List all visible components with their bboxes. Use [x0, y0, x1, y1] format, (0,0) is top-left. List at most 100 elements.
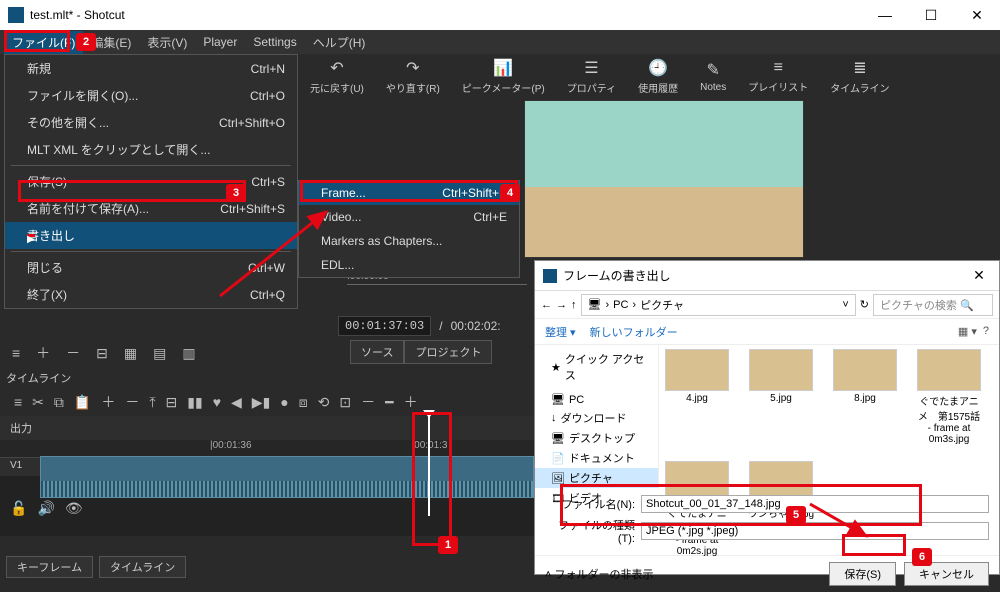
grid-icon[interactable]: ▦	[120, 343, 141, 364]
peakmeter-button[interactable]: 📊ピークメーター(P)	[462, 58, 545, 95]
file-save-as[interactable]: 名前を付けて保存(A)...Ctrl+Shift+S	[5, 195, 297, 222]
menu-view[interactable]: 表示(V)	[139, 31, 195, 54]
menu-settings[interactable]: Settings	[245, 32, 304, 52]
add-icon[interactable]: ＋	[32, 341, 54, 365]
dialog-close-button[interactable]: ✕	[959, 267, 999, 284]
tree-pc[interactable]: 🖥 PC	[535, 391, 658, 408]
source-tab[interactable]: ソース	[350, 340, 404, 364]
copy-icon[interactable]: ⧉	[54, 394, 64, 411]
redo-button[interactable]: ↷やり直す(R)	[386, 58, 440, 95]
file-item[interactable]: 8.jpg	[831, 349, 899, 445]
split-icon[interactable]: ⊟	[92, 343, 112, 364]
next-marker-icon[interactable]: ▶▮	[252, 394, 270, 411]
tl-menu-icon[interactable]: ≡	[14, 394, 22, 410]
tree-documents[interactable]: 📄 ドキュメント	[535, 448, 658, 468]
export-video[interactable]: Video...Ctrl+E	[299, 205, 519, 229]
save-button[interactable]: 保存(S)	[829, 562, 896, 586]
keyframes-tab[interactable]: キーフレーム	[6, 556, 93, 578]
video-preview[interactable]	[524, 100, 804, 258]
properties-button[interactable]: ☰プロパティ	[567, 58, 616, 95]
menu-icon[interactable]: ≡	[8, 343, 24, 363]
output-label: 出力	[0, 416, 534, 440]
ripple-icon[interactable]: ⊡	[339, 394, 351, 411]
file-close[interactable]: 閉じるCtrl+W	[5, 254, 297, 281]
file-item[interactable]: ぐでたまアニメ 第1575話 - frame at 0m3s.jpg	[915, 349, 983, 445]
append-icon[interactable]: ＋	[101, 392, 115, 412]
file-item[interactable]: 4.jpg	[663, 349, 731, 445]
undo-button[interactable]: ↶元に戻す(U)	[310, 58, 364, 95]
prev-marker-icon[interactable]: ◀	[231, 394, 242, 411]
marker-icon[interactable]: ♥	[213, 394, 221, 410]
file-open-other[interactable]: その他を開く...Ctrl+Shift+O	[5, 109, 297, 136]
annotation-badge-4: 4	[500, 184, 520, 202]
timecode-ruler[interactable]	[347, 284, 527, 304]
zoom-in-icon[interactable]: ＋	[404, 392, 418, 412]
lift-icon[interactable]: ⤒	[149, 394, 155, 411]
timeline-tab[interactable]: タイムライン	[99, 556, 186, 578]
panel-icons: ≡ ＋ － ⊟ ▦ ▤ ▥	[8, 340, 200, 366]
overwrite-icon[interactable]: ⊟	[166, 394, 178, 411]
view2-icon[interactable]: ▥	[178, 343, 199, 364]
pc-icon: 🖥	[588, 298, 602, 311]
search-input[interactable]: ピクチャの検索 🔍	[873, 294, 993, 316]
refresh-icon[interactable]: ↻	[860, 298, 869, 311]
export-frame-dialog: フレームの書き出し ✕ ← → ↑ 🖥 ›PC ›ピクチャ ˅ ↻ ピクチャの検…	[534, 260, 1000, 575]
window-title: test.mlt* - Shotcut	[30, 8, 125, 22]
minimize-button[interactable]: —	[862, 0, 908, 30]
delete-icon[interactable]: －	[125, 392, 139, 412]
organize-button[interactable]: 整理 ▾	[545, 324, 576, 340]
zoom-out-icon[interactable]: －	[361, 392, 375, 412]
project-tab[interactable]: プロジェクト	[404, 340, 492, 364]
split-clip-icon[interactable]: ▮▮	[187, 394, 202, 411]
tree-desktop[interactable]: 🖥 デスクトップ	[535, 428, 658, 448]
file-open[interactable]: ファイルを開く(O)...Ctrl+O	[5, 82, 297, 109]
close-button[interactable]: ✕	[954, 0, 1000, 30]
file-new[interactable]: 新規Ctrl+N	[5, 55, 297, 82]
menu-player[interactable]: Player	[195, 32, 245, 52]
view-mode-icon[interactable]: ▦ ▾	[958, 325, 977, 338]
file-exit[interactable]: 終了(X)Ctrl+Q	[5, 281, 297, 308]
tree-pictures[interactable]: 🖼 ピクチャ	[535, 468, 658, 488]
scrub-icon[interactable]: ⟲	[318, 394, 330, 411]
lock-icon[interactable]: 🔓	[10, 500, 27, 517]
hide-icon[interactable]: 👁	[65, 500, 83, 517]
video-clip[interactable]	[40, 456, 534, 498]
menu-file[interactable]: ファイル(F)	[4, 31, 83, 54]
breadcrumb-path[interactable]: 🖥 ›PC ›ピクチャ ˅	[581, 294, 856, 316]
zoom-slider[interactable]: ━	[385, 394, 393, 411]
nav-back-icon[interactable]: ←	[541, 299, 552, 311]
menubar: ファイル(F) 編集(E) 表示(V) Player Settings ヘルプ(…	[0, 30, 1000, 54]
folder-hide-toggle[interactable]: ˄ フォルダーの非表示	[545, 566, 653, 582]
new-folder-button[interactable]: 新しいフォルダー	[590, 324, 678, 340]
tree-quickaccess[interactable]: ★ クイック アクセス	[535, 349, 658, 385]
playlist-button[interactable]: ≡プレイリスト	[748, 59, 808, 94]
filetype-select[interactable]: JPEG (*.jpg *.jpeg)	[641, 522, 989, 540]
paste-icon[interactable]: 📋	[74, 394, 91, 411]
export-markers[interactable]: Markers as Chapters...	[299, 229, 519, 253]
file-export[interactable]: 書き出し▶	[5, 222, 297, 249]
file-open-mlt[interactable]: MLT XML をクリップとして開く...	[5, 136, 297, 163]
export-frame[interactable]: Frame...Ctrl+Shift+E	[299, 181, 519, 205]
timeline-button[interactable]: ≣タイムライン	[830, 58, 889, 95]
current-timecode[interactable]: 00:01:37:03	[338, 316, 431, 336]
cut-icon[interactable]: ✂	[32, 394, 44, 411]
notes-button[interactable]: ✎Notes	[700, 60, 726, 93]
audio-waveform	[41, 481, 533, 497]
file-save[interactable]: 保存(S)Ctrl+S	[5, 168, 297, 195]
help-icon[interactable]: ?	[983, 325, 989, 338]
playhead[interactable]	[428, 416, 430, 516]
export-edl[interactable]: EDL...	[299, 253, 519, 277]
remove-icon[interactable]: －	[62, 341, 84, 365]
snap-icon[interactable]: ⧈	[299, 394, 308, 411]
nav-up-icon[interactable]: ↑	[571, 299, 577, 311]
maximize-button[interactable]: ☐	[908, 0, 954, 30]
filename-input[interactable]: Shotcut_00_01_37_148.jpg	[641, 495, 989, 513]
view1-icon[interactable]: ▤	[149, 343, 170, 364]
record-icon[interactable]: ●	[280, 394, 288, 410]
tree-downloads[interactable]: ↓ ダウンロード	[535, 408, 658, 428]
menu-help[interactable]: ヘルプ(H)	[305, 31, 374, 54]
nav-forward-icon[interactable]: →	[556, 299, 567, 311]
mute-icon[interactable]: 🔊	[37, 500, 54, 517]
history-button[interactable]: 🕘使用履歴	[638, 58, 678, 95]
file-item[interactable]: 5.jpg	[747, 349, 815, 445]
